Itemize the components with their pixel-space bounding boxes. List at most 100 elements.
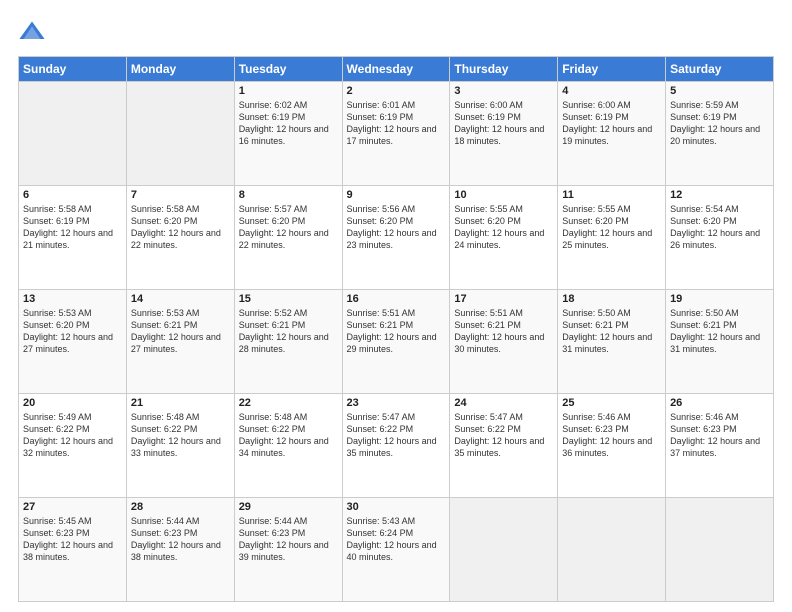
calendar-day-cell: 27Sunrise: 5:45 AM Sunset: 6:23 PM Dayli… <box>19 498 127 602</box>
calendar-day-cell: 19Sunrise: 5:50 AM Sunset: 6:21 PM Dayli… <box>666 290 774 394</box>
calendar-day-cell: 7 Sunrise: 5:58 AM Sunset: 6:20 PM Daylig… <box>126 186 234 290</box>
day-number: 30 <box>347 501 446 513</box>
calendar-day-cell: 20 Sunrise: 5:49 AM Sunset: 6:22 PM Dayli… <box>19 394 127 498</box>
day-number: 7 <box>131 189 230 201</box>
day-info: Sunrise: 5:47 AM Sunset: 6:22 PM Dayligh… <box>454 411 553 460</box>
logo-icon <box>18 18 46 46</box>
day-number: 18 <box>562 293 661 305</box>
calendar-day-cell: 17Sunrise: 5:51 AM Sunset: 6:21 PM Dayli… <box>450 290 558 394</box>
day-info: Sunrise: 5:48 AM Sunset: 6:22 PM Dayligh… <box>131 411 230 460</box>
day-number: 3 <box>454 85 553 97</box>
day-number: 5 <box>670 85 769 97</box>
day-info: Sunrise: 6:01 AM Sunset: 6:19 PM Dayligh… <box>347 99 446 148</box>
calendar-day-cell: 2 Sunrise: 6:01 AM Sunset: 6:19 PM Daylig… <box>342 82 450 186</box>
calendar-header-row: SundayMondayTuesdayWednesdayThursdayFrid… <box>19 57 774 82</box>
day-info: Sunrise: 5:48 AM Sunset: 6:22 PM Dayligh… <box>239 411 338 460</box>
day-info: Sunrise: 6:00 AM Sunset: 6:19 PM Dayligh… <box>454 99 553 148</box>
day-info: Sunrise: 5:53 AM Sunset: 6:21 PM Dayligh… <box>131 307 230 356</box>
day-of-week-header: Saturday <box>666 57 774 82</box>
calendar-day-cell: 18 Sunrise: 5:50 AM Sunset: 6:21 PM Dayli… <box>558 290 666 394</box>
calendar-day-cell: 13 Sunrise: 5:53 AM Sunset: 6:20 PM Dayli… <box>19 290 127 394</box>
calendar-day-cell: 22Sunrise: 5:48 AM Sunset: 6:22 PM Dayli… <box>234 394 342 498</box>
calendar-day-cell: 23 Sunrise: 5:47 AM Sunset: 6:22 PM Dayli… <box>342 394 450 498</box>
calendar-table: SundayMondayTuesdayWednesdayThursdayFrid… <box>18 56 774 602</box>
day-info: Sunrise: 5:49 AM Sunset: 6:22 PM Dayligh… <box>23 411 122 460</box>
calendar-day-cell: 9Sunrise: 5:56 AM Sunset: 6:20 PM Daylig… <box>342 186 450 290</box>
day-info: Sunrise: 5:57 AM Sunset: 6:20 PM Dayligh… <box>239 203 338 252</box>
day-info: Sunrise: 5:59 AM Sunset: 6:19 PM Dayligh… <box>670 99 769 148</box>
calendar-day-cell: 16 Sunrise: 5:51 AM Sunset: 6:21 PM Dayli… <box>342 290 450 394</box>
day-info: Sunrise: 5:58 AM Sunset: 6:19 PM Dayligh… <box>23 203 122 252</box>
calendar-day-cell: 4 Sunrise: 6:00 AM Sunset: 6:19 PM Daylig… <box>558 82 666 186</box>
day-number: 12 <box>670 189 769 201</box>
day-of-week-header: Tuesday <box>234 57 342 82</box>
calendar-day-cell: 6 Sunrise: 5:58 AM Sunset: 6:19 PM Daylig… <box>19 186 127 290</box>
day-info: Sunrise: 5:50 AM Sunset: 6:21 PM Dayligh… <box>562 307 661 356</box>
day-number: 6 <box>23 189 122 201</box>
day-number: 19 <box>670 293 769 305</box>
day-number: 26 <box>670 397 769 409</box>
day-number: 14 <box>131 293 230 305</box>
calendar-day-cell: 30 Sunrise: 5:43 AM Sunset: 6:24 PM Dayli… <box>342 498 450 602</box>
day-number: 16 <box>347 293 446 305</box>
day-info: Sunrise: 5:43 AM Sunset: 6:24 PM Dayligh… <box>347 515 446 564</box>
day-number: 9 <box>347 189 446 201</box>
day-number: 1 <box>239 85 338 97</box>
day-of-week-header: Monday <box>126 57 234 82</box>
day-number: 13 <box>23 293 122 305</box>
day-number: 29 <box>239 501 338 513</box>
calendar-day-cell: 14 Sunrise: 5:53 AM Sunset: 6:21 PM Dayli… <box>126 290 234 394</box>
day-number: 23 <box>347 397 446 409</box>
day-number: 4 <box>562 85 661 97</box>
day-info: Sunrise: 5:45 AM Sunset: 6:23 PM Dayligh… <box>23 515 122 564</box>
calendar-week-row: 13 Sunrise: 5:53 AM Sunset: 6:20 PM Dayli… <box>19 290 774 394</box>
day-info: Sunrise: 6:00 AM Sunset: 6:19 PM Dayligh… <box>562 99 661 148</box>
calendar-day-cell: 15 Sunrise: 5:52 AM Sunset: 6:21 PM Dayli… <box>234 290 342 394</box>
day-info: Sunrise: 5:51 AM Sunset: 6:21 PM Dayligh… <box>454 307 553 356</box>
day-info: Sunrise: 5:52 AM Sunset: 6:21 PM Dayligh… <box>239 307 338 356</box>
day-of-week-header: Wednesday <box>342 57 450 82</box>
calendar-day-cell <box>450 498 558 602</box>
logo <box>18 18 50 46</box>
calendar-day-cell: 28 Sunrise: 5:44 AM Sunset: 6:23 PM Dayli… <box>126 498 234 602</box>
day-info: Sunrise: 5:58 AM Sunset: 6:20 PM Dayligh… <box>131 203 230 252</box>
day-number: 10 <box>454 189 553 201</box>
calendar-day-cell: 8 Sunrise: 5:57 AM Sunset: 6:20 PM Daylig… <box>234 186 342 290</box>
day-info: Sunrise: 5:44 AM Sunset: 6:23 PM Dayligh… <box>131 515 230 564</box>
page: SundayMondayTuesdayWednesdayThursdayFrid… <box>0 0 792 612</box>
calendar-day-cell <box>666 498 774 602</box>
day-info: Sunrise: 5:55 AM Sunset: 6:20 PM Dayligh… <box>454 203 553 252</box>
day-number: 15 <box>239 293 338 305</box>
calendar-day-cell: 5 Sunrise: 5:59 AM Sunset: 6:19 PM Daylig… <box>666 82 774 186</box>
header <box>18 18 774 46</box>
calendar-day-cell: 24 Sunrise: 5:47 AM Sunset: 6:22 PM Dayli… <box>450 394 558 498</box>
calendar-day-cell <box>19 82 127 186</box>
day-number: 25 <box>562 397 661 409</box>
day-number: 8 <box>239 189 338 201</box>
day-info: Sunrise: 5:47 AM Sunset: 6:22 PM Dayligh… <box>347 411 446 460</box>
calendar-week-row: 27Sunrise: 5:45 AM Sunset: 6:23 PM Dayli… <box>19 498 774 602</box>
calendar-day-cell: 21 Sunrise: 5:48 AM Sunset: 6:22 PM Dayli… <box>126 394 234 498</box>
day-info: Sunrise: 6:02 AM Sunset: 6:19 PM Dayligh… <box>239 99 338 148</box>
calendar-day-cell: 1 Sunrise: 6:02 AM Sunset: 6:19 PM Daylig… <box>234 82 342 186</box>
calendar-week-row: 6 Sunrise: 5:58 AM Sunset: 6:19 PM Daylig… <box>19 186 774 290</box>
calendar-day-cell <box>558 498 666 602</box>
day-info: Sunrise: 5:55 AM Sunset: 6:20 PM Dayligh… <box>562 203 661 252</box>
day-info: Sunrise: 5:44 AM Sunset: 6:23 PM Dayligh… <box>239 515 338 564</box>
day-number: 21 <box>131 397 230 409</box>
day-of-week-header: Sunday <box>19 57 127 82</box>
calendar-week-row: 1 Sunrise: 6:02 AM Sunset: 6:19 PM Daylig… <box>19 82 774 186</box>
calendar-day-cell <box>126 82 234 186</box>
day-info: Sunrise: 5:54 AM Sunset: 6:20 PM Dayligh… <box>670 203 769 252</box>
day-of-week-header: Thursday <box>450 57 558 82</box>
day-of-week-header: Friday <box>558 57 666 82</box>
day-number: 24 <box>454 397 553 409</box>
day-info: Sunrise: 5:46 AM Sunset: 6:23 PM Dayligh… <box>670 411 769 460</box>
day-number: 28 <box>131 501 230 513</box>
calendar-day-cell: 29 Sunrise: 5:44 AM Sunset: 6:23 PM Dayli… <box>234 498 342 602</box>
day-info: Sunrise: 5:53 AM Sunset: 6:20 PM Dayligh… <box>23 307 122 356</box>
day-number: 20 <box>23 397 122 409</box>
day-number: 2 <box>347 85 446 97</box>
calendar-day-cell: 3 Sunrise: 6:00 AM Sunset: 6:19 PM Daylig… <box>450 82 558 186</box>
day-info: Sunrise: 5:51 AM Sunset: 6:21 PM Dayligh… <box>347 307 446 356</box>
